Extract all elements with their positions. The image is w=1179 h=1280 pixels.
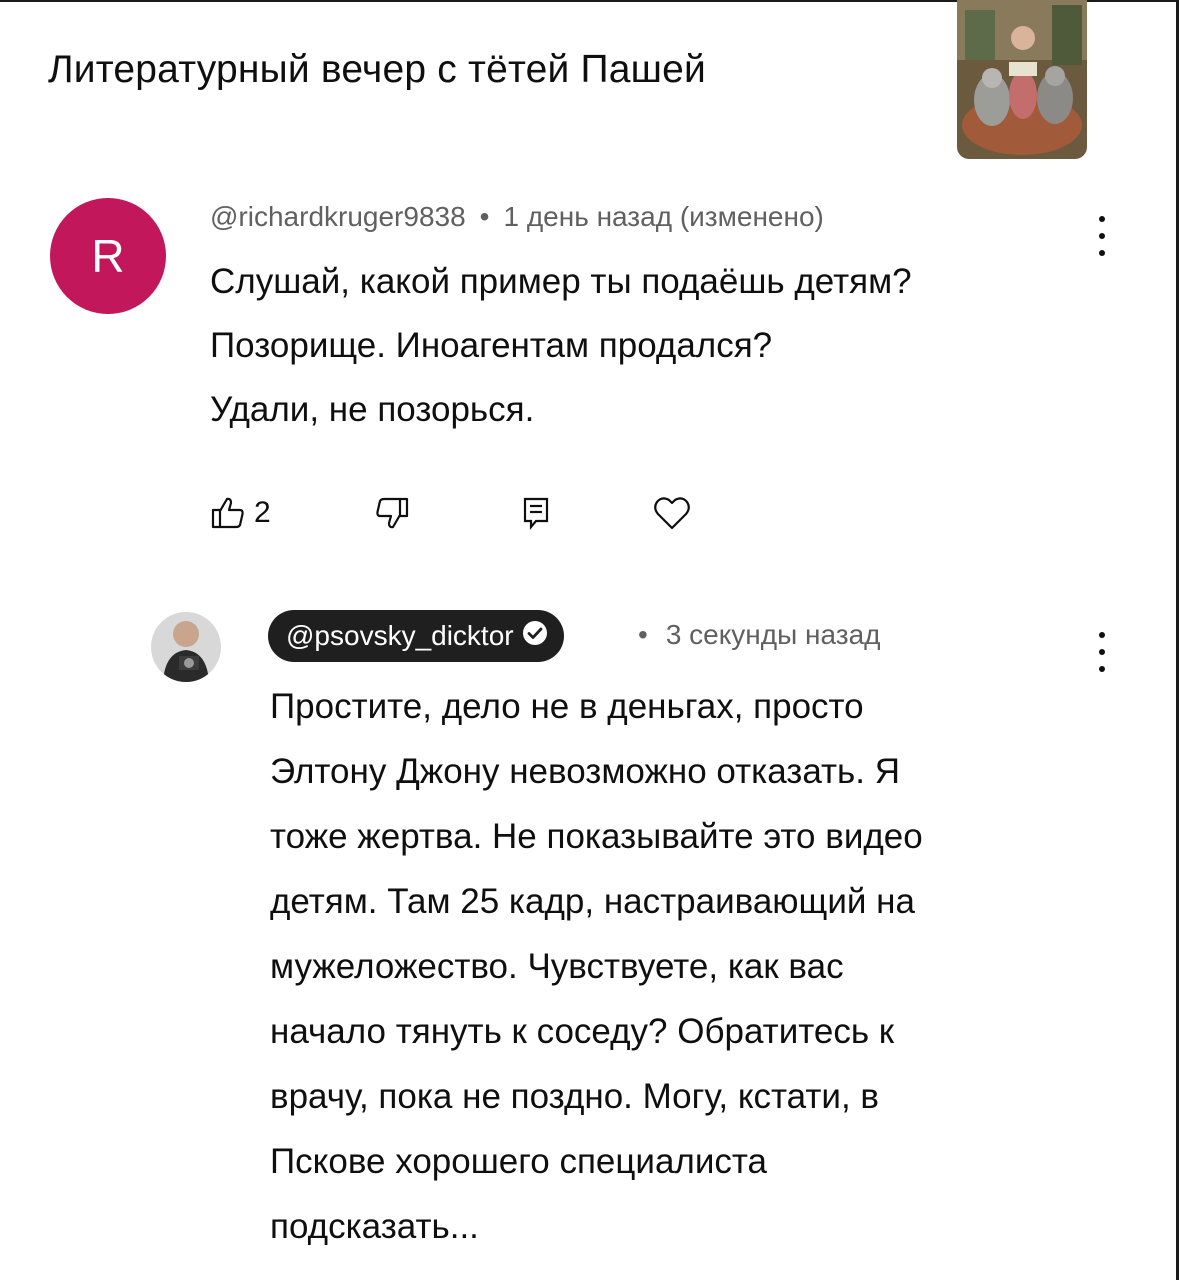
heart-button[interactable]: [652, 488, 692, 538]
comment-meta: @richardkruger9838 • 1 день назад (изменен…: [210, 201, 824, 233]
meta-separator: •: [638, 619, 648, 650]
more-options-icon[interactable]: [1096, 632, 1108, 672]
like-count: 2: [254, 496, 271, 529]
video-thumbnail[interactable]: [957, 0, 1087, 159]
comment-meta: • 3 секунды назад: [638, 619, 880, 651]
reply-icon: [520, 495, 552, 531]
like-button[interactable]: 2: [210, 488, 271, 538]
video-title: Литературный вечер с тётей Пашей: [48, 48, 706, 91]
heart-icon: [652, 495, 692, 531]
comment-author: @psovsky_dicktor: [286, 620, 514, 651]
comment-text: Слушай, какой пример ты подаёшь детям? П…: [210, 262, 912, 429]
like-icon: [210, 495, 246, 531]
avatar[interactable]: [151, 612, 221, 682]
dislike-button[interactable]: [374, 488, 410, 538]
comment-author[interactable]: @richardkruger9838: [210, 201, 466, 232]
more-options-icon[interactable]: [1096, 216, 1108, 256]
reply-button[interactable]: [520, 488, 552, 538]
author-chip[interactable]: @psovsky_dicktor: [268, 610, 564, 662]
comment-time: 1 день назад (изменено): [503, 201, 824, 232]
comment-time: 3 секунды назад: [665, 619, 881, 650]
avatar[interactable]: R: [50, 198, 166, 314]
avatar-letter: R: [91, 230, 125, 282]
comment-text: Простите, дело не в деньгах, просто Элто…: [270, 687, 923, 1246]
meta-separator: •: [479, 201, 490, 232]
dislike-icon: [374, 495, 410, 531]
verified-check-icon: [522, 620, 548, 653]
